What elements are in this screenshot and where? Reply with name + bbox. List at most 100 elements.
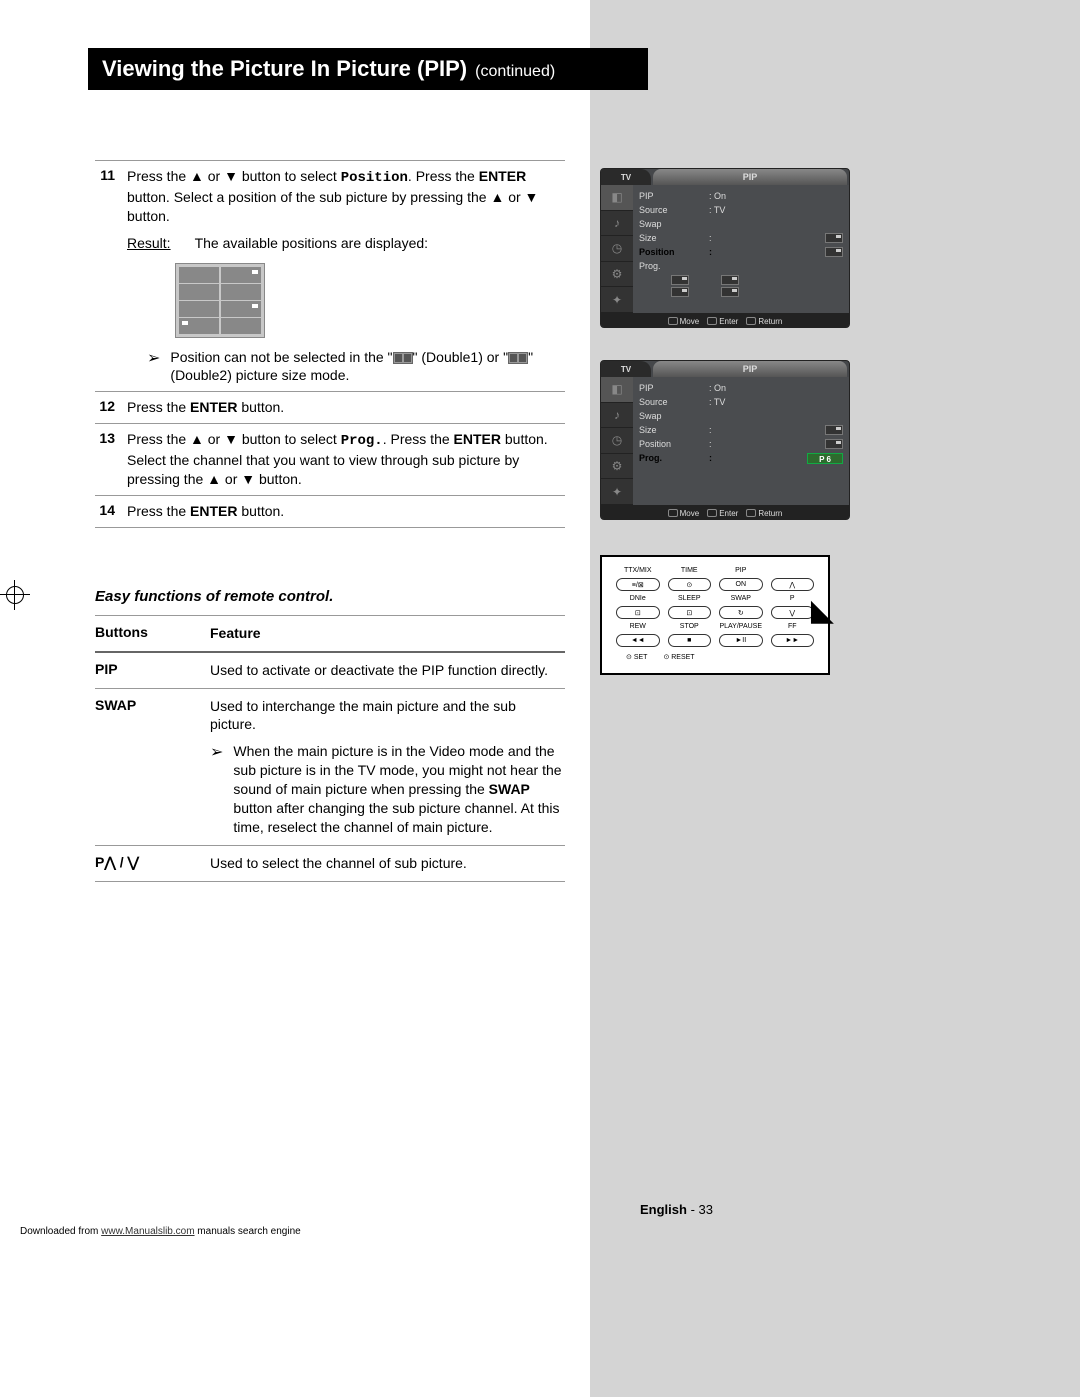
osd-screenshot-position: TV PIP ◧ ♪ ◷ ⚙ ✦ PIP: On Source: TV Swap… <box>600 168 850 328</box>
step-number: 14 <box>95 502 127 518</box>
osd-icon: ✦ <box>601 479 633 505</box>
button-name: P⋀ / ⋁ <box>95 854 210 873</box>
feature-text: Used to interchange the main picture and… <box>210 697 565 837</box>
osd-screenshot-prog: TV PIP ◧ ♪ ◷ ⚙ ✦ PIP: On Source: TV Swap… <box>600 360 850 520</box>
text-menu-item: Prog. <box>341 433 383 449</box>
remote-button: ►II <box>719 634 763 647</box>
page-title: Viewing the Picture In Picture (PIP) <box>102 56 467 82</box>
text-button-name: ENTER <box>454 431 501 447</box>
step-body: Press the ▲ or ▼ button to select Positi… <box>127 167 565 385</box>
step-body: Press the ENTER button. <box>127 398 565 417</box>
position-icon <box>825 247 843 257</box>
feature-note: ➢ When the main picture is in the Video … <box>210 742 565 836</box>
position-icon <box>825 439 843 449</box>
position-grid-diagram <box>175 263 265 338</box>
osd-icon: ⚙ <box>601 454 633 480</box>
remote-reset-label: RESET <box>663 653 694 661</box>
step-number: 11 <box>95 167 127 183</box>
step-number: 12 <box>95 398 127 414</box>
osd-footer: Move Enter Return <box>601 505 849 520</box>
step-row: 14 Press the ENTER button. <box>95 496 565 528</box>
result-text: The available positions are displayed: <box>195 234 565 253</box>
note-text: Position can not be selected in the "" (… <box>170 348 565 386</box>
remote-button: ⊡ <box>668 606 712 619</box>
text: button. Select a position of the sub pic… <box>127 189 538 224</box>
page-title-continued: (continued) <box>475 63 555 81</box>
table-row: SWAP Used to interchange the main pictur… <box>95 689 565 846</box>
osd-icon: ♪ <box>601 211 633 237</box>
osd-menu-list: PIP: On Source: TV Swap Size: Position: … <box>633 185 849 313</box>
callout-arrow-icon: ◣ <box>811 593 834 628</box>
step-row: 13 Press the ▲ or ▼ button to select Pro… <box>95 424 565 496</box>
text-button-name: ENTER <box>190 399 237 415</box>
remote-button: ■ <box>668 634 712 647</box>
osd-tab: TV <box>601 361 651 377</box>
osd-highlighted-item: Position: <box>639 245 843 259</box>
remote-control-diagram: ◣ TTX/MIX TIME PIP ≡/⊠ ⊙ ON ⋀ DNIe SLEEP… <box>600 555 830 675</box>
download-from-footer: Downloaded from www.Manualslib.com manua… <box>20 1226 301 1237</box>
step-row: 12 Press the ENTER button. <box>95 392 565 424</box>
remote-button: ≡/⊠ <box>616 578 660 591</box>
step-body: Press the ENTER button. <box>127 502 565 521</box>
step-body: Press the ▲ or ▼ button to select Prog..… <box>127 430 565 489</box>
pos-option-icon <box>721 287 739 297</box>
text: Press the ▲ or ▼ button to select <box>127 168 341 184</box>
remote-button: ◄◄ <box>616 634 660 647</box>
osd-menu-list: PIP: On Source: TV Swap Size: Position: … <box>633 377 849 505</box>
osd-title: PIP <box>653 169 847 185</box>
manualslib-link[interactable]: www.Manualslib.com <box>101 1226 194 1237</box>
registration-mark <box>0 580 30 610</box>
table-header: Buttons Feature <box>95 615 565 653</box>
osd-icon: ◷ <box>601 428 633 454</box>
remote-button: ↻ <box>719 606 763 619</box>
osd-icon: ⚙ <box>601 262 633 288</box>
osd-tab: TV <box>601 169 651 185</box>
size-icon <box>825 233 843 243</box>
text-button-name: ENTER <box>479 168 526 184</box>
text-button-name: ENTER <box>190 503 237 519</box>
osd-title: PIP <box>653 361 847 377</box>
pos-option-icon <box>721 275 739 285</box>
text-menu-item: Position <box>341 170 408 186</box>
osd-highlighted-item: Prog.:P 6 <box>639 451 843 466</box>
text: . Press the <box>408 168 479 184</box>
size-icon <box>825 425 843 435</box>
remote-button: ⊙ <box>668 578 712 591</box>
osd-icon: ◧ <box>601 185 633 211</box>
button-name: PIP <box>95 661 210 680</box>
pos-option-icon <box>671 287 689 297</box>
result-label: Result: <box>127 234 171 253</box>
double1-icon <box>393 352 413 364</box>
easy-functions-heading: Easy functions of remote control. <box>95 588 565 605</box>
page-title-bar: Viewing the Picture In Picture (PIP) (co… <box>88 48 648 90</box>
osd-footer: Move Enter Return <box>601 313 849 328</box>
remote-button: ⋀ <box>771 578 815 591</box>
page-footer: English - 33 <box>640 1202 713 1217</box>
remote-button: ON <box>719 578 763 591</box>
col-header-buttons: Buttons <box>95 624 210 643</box>
remote-button: ⋁ <box>771 606 815 619</box>
prog-value: P 6 <box>807 453 843 464</box>
pos-option-icon <box>671 275 689 285</box>
feature-table: Buttons Feature PIP Used to activate or … <box>95 615 565 882</box>
feature-text: Used to activate or deactivate the PIP f… <box>210 661 565 680</box>
note-arrow-icon: ➢ <box>147 348 160 386</box>
osd-icon: ◷ <box>601 236 633 262</box>
osd-icon: ◧ <box>601 377 633 403</box>
osd-icon: ✦ <box>601 287 633 313</box>
step-row: 11 Press the ▲ or ▼ button to select Pos… <box>95 160 565 392</box>
osd-icon-column: ◧ ♪ ◷ ⚙ ✦ <box>601 185 633 313</box>
main-content: 11 Press the ▲ or ▼ button to select Pos… <box>95 160 565 882</box>
note: ➢ Position can not be selected in the ""… <box>147 348 565 386</box>
remote-set-label: SET <box>626 653 647 661</box>
step-number: 13 <box>95 430 127 446</box>
osd-icon-column: ◧ ♪ ◷ ⚙ ✦ <box>601 377 633 505</box>
table-row: P⋀ / ⋁ Used to select the channel of sub… <box>95 846 565 882</box>
col-header-feature: Feature <box>210 624 565 643</box>
table-row: PIP Used to activate or deactivate the P… <box>95 653 565 689</box>
osd-icon: ♪ <box>601 403 633 429</box>
double2-icon <box>508 352 528 364</box>
feature-text: Used to select the channel of sub pictur… <box>210 854 565 873</box>
remote-button: ►► <box>771 634 815 647</box>
button-name: SWAP <box>95 697 210 837</box>
